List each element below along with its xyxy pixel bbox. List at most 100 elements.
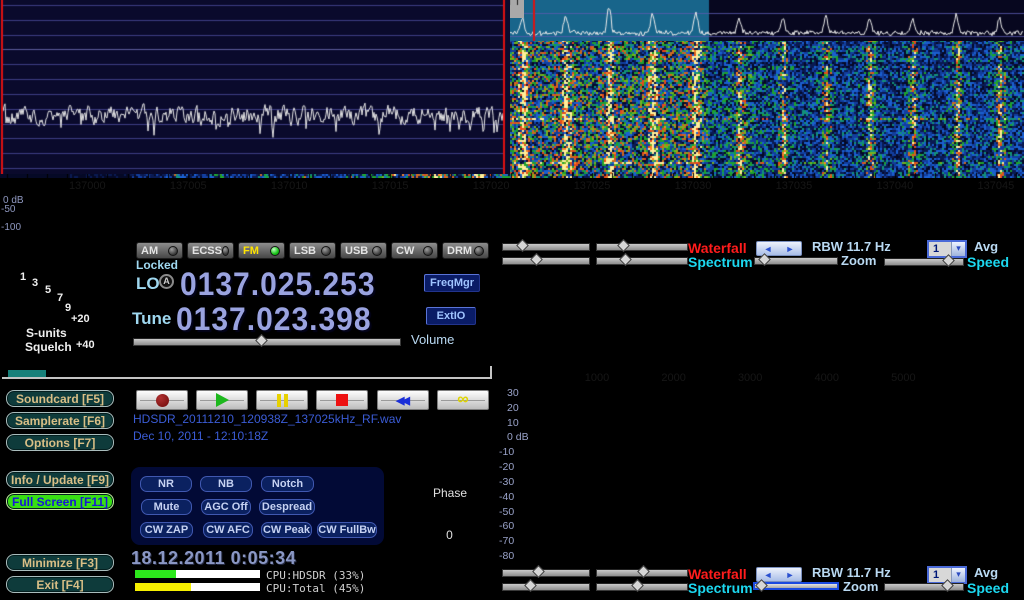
audio-spectrum-display[interactable] [0,0,510,174]
audio-db-label: -70 [499,535,539,547]
left-button-minimize[interactable]: Minimize [F3] [6,554,114,571]
mode-led-icon [372,246,382,256]
slider-thumb[interactable] [631,579,644,592]
slider-thumb[interactable] [619,253,632,266]
scroll-left-icon[interactable]: ◄ [764,244,773,254]
slider-thumb[interactable] [637,565,650,578]
mode-button-drm[interactable]: DRM [442,242,489,259]
audio-scale-label: 5000 [873,372,933,384]
bottom-zoom-slider[interactable] [753,582,839,590]
bottom-spectrum-label: Spectrum [688,580,753,596]
audio-db-label: -30 [499,476,539,488]
cpu-bar-fill [135,583,191,591]
audio-db-label: -50 [499,506,539,518]
dsp-button-agc-off[interactable]: AGC Off [201,499,251,515]
slider-thumb[interactable] [516,239,529,252]
bottom-waterfall-brightness-slider[interactable] [502,569,590,577]
top-waterfall-brightness-slider[interactable] [502,243,590,251]
loop-button[interactable]: ∞ [437,390,489,410]
audio-scale-label: 1000 [567,372,627,384]
mode-label: DRM [447,245,472,257]
cpu-bar-track [135,583,261,592]
recorder-filename: HDSDR_20111210_120938Z_137025kHz_RF.wav [133,413,401,427]
audio-db-label: -80 [499,550,539,562]
rf-scale-label: 137035 [764,180,824,192]
scroll-right-icon[interactable]: ► [786,244,795,254]
volume-slider[interactable] [133,338,401,346]
slider-thumb[interactable] [617,239,630,252]
left-button-full[interactable]: Full Screen [F11] [6,493,114,510]
mode-button-usb[interactable]: USB [340,242,387,259]
dsp-button-nb[interactable]: NB [200,476,252,492]
tune-frequency-value[interactable]: 0137.023.398 [176,302,372,339]
top-speed-label: Speed [967,254,1009,270]
top-spectrum-amplitude-slider[interactable] [502,257,590,265]
rf-scale-label: 137015 [360,180,420,192]
left-button-exit[interactable]: Exit [F4] [6,576,114,593]
bottom-spectrum-amplitude-slider[interactable] [502,583,590,591]
play-button[interactable] [196,390,248,410]
top-spectrum-label: Spectrum [688,254,753,270]
slider-thumb[interactable] [755,579,768,592]
mode-led-icon [222,246,229,256]
mode-button-am[interactable]: AM [136,242,183,259]
smeter-tick-label: 1 [20,271,26,283]
top-waterfall-contrast-slider[interactable] [596,243,688,251]
left-button-options[interactable]: Options [F7] [6,434,114,451]
dropdown-arrow-icon[interactable]: ▾ [951,568,965,582]
mode-button-lsb[interactable]: LSB [289,242,336,259]
mode-label: CW [396,245,414,257]
top-avg-label: Avg [974,240,998,255]
rf-scale-label: 137030 [663,180,723,192]
mode-label: LSB [294,245,316,257]
rf-scale-label: 137045 [966,180,1024,192]
tune-label: Tune [132,309,171,329]
dsp-button-despread[interactable]: Despread [259,499,315,515]
top-speed-slider[interactable] [884,258,964,266]
bottom-zoom-label: Zoom [843,580,878,595]
smeter-tick-label: 3 [32,277,38,289]
pause-button[interactable] [256,390,308,410]
bottom-waterfall-contrast-slider[interactable] [596,569,688,577]
rewind-button[interactable]: ◀◀ [377,390,429,410]
left-button-info[interactable]: Info / Update [F9] [6,471,114,488]
audio-scale-label: 2000 [644,372,704,384]
freqmgr-button[interactable]: FreqMgr [424,274,480,292]
dsp-button-cw-peak[interactable]: CW Peak [261,522,312,538]
dsp-button-cw-afc[interactable]: CW AFC [203,522,253,538]
bottom-spectrum-range-slider[interactable] [596,583,688,591]
mode-button-ecss[interactable]: ECSS [187,242,234,259]
top-spectrum-range-slider[interactable] [596,257,688,265]
mode-button-cw[interactable]: CW [391,242,438,259]
left-button-samplerate[interactable]: Samplerate [F6] [6,412,114,429]
slider-thumb[interactable] [532,565,545,578]
cpu-usage-text: CPU:Total (45%) [266,582,365,595]
smeter-tick-label: +40 [76,339,95,351]
top-zoom-slider[interactable] [754,257,838,265]
slider-thumb[interactable] [530,253,543,266]
slider-thumb[interactable] [524,579,537,592]
audio-db-label: 0 dB [499,431,539,443]
bottom-speed-slider[interactable] [884,583,964,591]
rf-db-label: -50 [1,204,15,215]
lo-auto-badge[interactable]: A [159,274,174,289]
left-button-soundcard[interactable]: Soundcard [F5] [6,390,114,407]
scroll-right-icon[interactable]: ► [786,570,795,580]
smeter-squelch-label: Squelch [25,341,72,355]
scroll-left-icon[interactable]: ◄ [764,570,773,580]
dsp-button-nr[interactable]: NR [140,476,192,492]
record-button[interactable] [136,390,188,410]
smeter-tick-label: 7 [57,292,63,304]
rf-scale-label: 137040 [865,180,925,192]
dsp-button-notch[interactable]: Notch [261,476,314,492]
dsp-button-mute[interactable]: Mute [141,499,192,515]
hdsdr-window: S-units Squelch Locked LO A 0137.025.253… [0,0,1024,600]
dropdown-arrow-icon[interactable]: ▾ [951,242,965,256]
stop-button[interactable] [316,390,368,410]
dsp-button-cw-fullbw[interactable]: CW FullBw [317,522,377,538]
lo-frequency-value[interactable]: 0137.025.253 [180,267,376,304]
dsp-button-cw-zap[interactable]: CW ZAP [140,522,193,538]
mode-led-icon [321,246,331,256]
mode-button-fm[interactable]: FM [238,242,285,259]
extio-button[interactable]: ExtIO [426,307,476,325]
